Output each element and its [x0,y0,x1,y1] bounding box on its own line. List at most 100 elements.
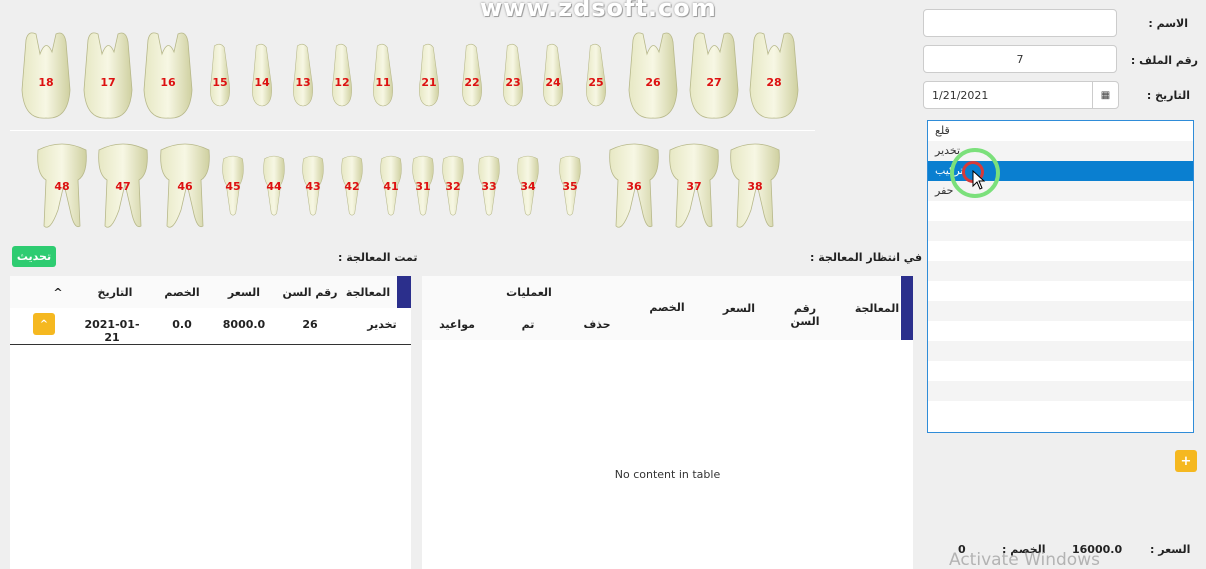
tooth-45[interactable]: 45 [214,134,252,238]
list-empty-row [928,281,1193,301]
done-table-row[interactable]: تخدير 26 8000.0 0.0 2021-01-21 ^ [10,308,411,345]
tooth-23[interactable]: 23 [493,24,533,128]
done-col-discount[interactable]: الخصم [152,286,212,299]
tooth-number: 11 [375,76,391,89]
date-picker[interactable]: 1/21/2021 ▦ [923,81,1119,109]
tooth-42[interactable]: 42 [333,134,371,238]
date-value: 1/21/2021 [932,88,989,102]
tooth-number: 15 [212,76,228,89]
tooth-15[interactable]: 15 [200,24,240,128]
tooth-number: 33 [481,180,497,193]
done-section-title: تمت المعالجة : [338,251,418,264]
tooth-14[interactable]: 14 [242,24,282,128]
tooth-number: 45 [225,180,241,193]
cell-treatment: تخدير [367,318,397,331]
tooth-number: 47 [115,180,131,193]
tooth-25[interactable]: 25 [576,24,616,128]
tooth-26[interactable]: 26 [625,24,681,128]
tooth-38[interactable]: 38 [727,134,783,238]
tooth-48[interactable]: 48 [34,134,90,238]
tooth-number: 38 [747,180,763,193]
tooth-number: 35 [562,180,578,193]
done-col-price[interactable]: السعر [214,286,274,299]
tooth-13[interactable]: 13 [283,24,323,128]
tooth-37[interactable]: 37 [666,134,722,238]
list-empty-row [928,341,1193,361]
tooth-28[interactable]: 28 [746,24,802,128]
mouse-pointer-icon [972,170,986,190]
done-col-tooth[interactable]: رقم السن [280,286,340,299]
tooth-number: 48 [54,180,70,193]
pending-table-header-marker [901,276,913,340]
tooth-number: 18 [38,76,54,89]
done-col-date[interactable]: التاريخ [85,286,145,299]
tooth-11[interactable]: 11 [363,24,403,128]
done-treatments-table: المعالجة رقم السن السعر الخصم التاريخ ^ تخدير… [10,276,411,569]
tooth-18[interactable]: 18 [18,24,74,128]
tooth-16[interactable]: 16 [140,24,196,128]
tooth-32[interactable]: 32 [434,134,472,238]
pending-col-done[interactable]: تم [508,318,548,331]
list-empty-row [928,361,1193,381]
tooth-number: 22 [464,76,480,89]
pending-col-price[interactable]: السعر [714,302,764,315]
tooth-number: 28 [766,76,782,89]
tooth-22[interactable]: 22 [452,24,492,128]
tooth-number: 12 [334,76,350,89]
row-action-button[interactable]: ^ [33,313,55,335]
cell-price: 8000.0 [222,318,266,331]
tooth-number: 32 [445,180,461,193]
tooth-number: 23 [505,76,521,89]
total-price-label: السعر : [1150,543,1191,556]
tooth-46[interactable]: 46 [157,134,213,238]
done-col-treatment[interactable]: المعالجة [338,286,398,299]
pending-col-delete[interactable]: حذف [577,318,617,331]
tooth-24[interactable]: 24 [533,24,573,128]
add-treatment-button[interactable]: + [1175,450,1197,472]
list-empty-row [928,261,1193,281]
tooth-number: 14 [254,76,270,89]
done-table-header-marker [397,276,411,308]
tooth-33[interactable]: 33 [470,134,508,238]
pending-section-title: في انتظار المعالجة : [810,251,923,264]
tooth-44[interactable]: 44 [255,134,293,238]
pending-col-tooth[interactable]: رقم السن [780,302,830,328]
tooth-number: 43 [305,180,321,193]
done-col-sort[interactable]: ^ [28,286,88,299]
jaw-divider [10,130,815,131]
calendar-icon[interactable]: ▦ [1092,82,1118,108]
tooth-47[interactable]: 47 [95,134,151,238]
list-empty-row [928,321,1193,341]
treatment-option[interactable]: قلع [928,121,1193,141]
name-label: الاسم : [1148,17,1188,30]
cell-tooth: 26 [302,318,318,331]
update-button[interactable]: تحديث [12,246,56,267]
tooth-number: 26 [645,76,661,89]
tooth-34[interactable]: 34 [509,134,547,238]
pending-col-treatment[interactable]: المعالجة [852,302,902,315]
tooth-43[interactable]: 43 [294,134,332,238]
tooth-number: 37 [686,180,702,193]
tooth-number: 34 [520,180,536,193]
dental-chart: 18 17 16 15 14 13 12 11 21 22 23 24 25 2… [0,0,820,245]
tooth-36[interactable]: 36 [606,134,662,238]
tooth-27[interactable]: 27 [686,24,742,128]
cell-discount: 0.0 [172,318,192,331]
tooth-35[interactable]: 35 [551,134,589,238]
tooth-number: 24 [545,76,561,89]
file-number-input[interactable]: 7 [923,45,1117,73]
tooth-number: 36 [626,180,642,193]
pending-col-appointments[interactable]: مواعيد [432,318,482,331]
tooth-number: 21 [421,76,437,89]
tooth-17[interactable]: 17 [80,24,136,128]
tooth-number: 27 [706,76,722,89]
date-label: التاريخ : [1146,89,1190,102]
tooth-number: 44 [266,180,282,193]
pending-col-discount[interactable]: الخصم [642,301,692,314]
name-input[interactable] [923,9,1117,37]
tooth-12[interactable]: 12 [322,24,362,128]
tooth-21[interactable]: 21 [409,24,449,128]
tooth-number: 42 [344,180,360,193]
list-empty-row [928,201,1193,221]
tooth-number: 16 [160,76,176,89]
